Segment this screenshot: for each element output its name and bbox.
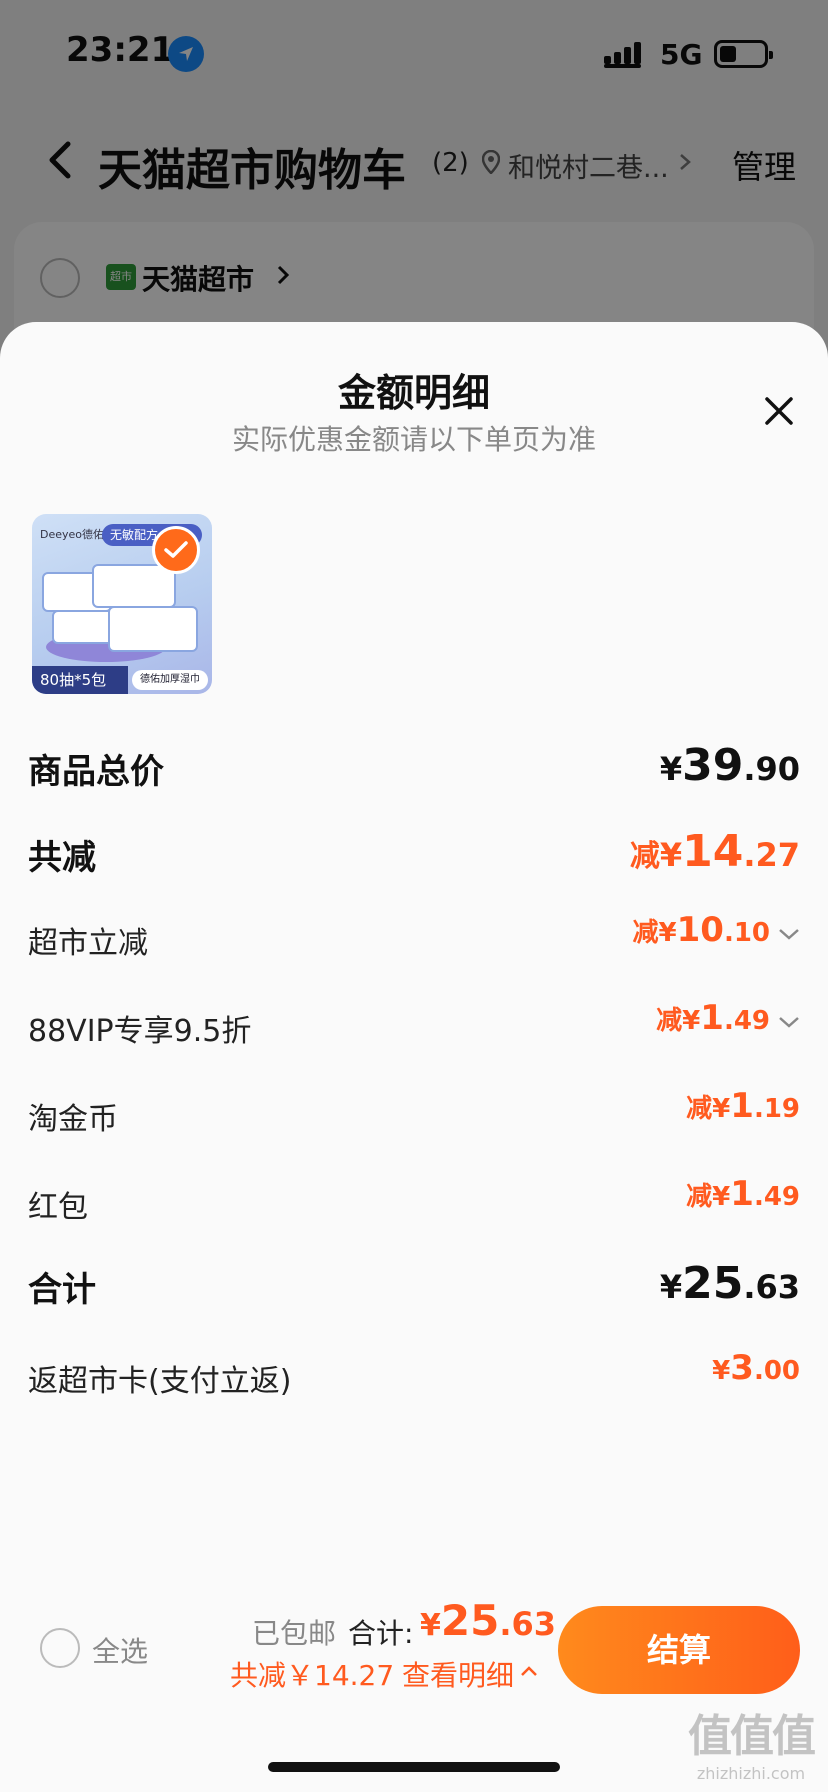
row-value: ¥39.90 <box>659 740 800 791</box>
amount-detail-sheet: 金额明细 实际优惠金额请以下单页为准 Deeyeo德佑 无敏配方 安心 80抽*… <box>0 322 828 1792</box>
row-label: 共减 <box>28 838 96 878</box>
row-taojinbi: 淘金币 减¥1.19 <box>28 1086 800 1137</box>
shipping-label: 已包邮 <box>252 1617 337 1650</box>
total-label: 合计: <box>348 1617 414 1650</box>
row-total-discount: 共减 减¥14.27 <box>28 826 800 878</box>
row-item-total: 商品总价 ¥39.90 <box>28 740 800 792</box>
row-label: 淘金币 <box>28 1102 118 1137</box>
row-value: ¥3.00 <box>712 1348 800 1388</box>
product-name: 德佑加厚湿巾 <box>132 670 208 690</box>
home-indicator[interactable] <box>268 1762 560 1772</box>
check-icon <box>152 526 200 574</box>
row-label: 合计 <box>28 1270 96 1310</box>
row-label: 红包 <box>28 1190 88 1225</box>
row-red-packet: 红包 减¥1.49 <box>28 1174 800 1225</box>
row-cashback-card: 返超市卡(支付立返) ¥3.00 <box>28 1348 800 1399</box>
row-value: ¥25.63 <box>659 1258 800 1309</box>
checkout-button[interactable]: 结算 <box>558 1606 800 1694</box>
row-supermarket-discount[interactable]: 超市立减 减¥10.10 <box>28 910 800 961</box>
row-label: 超市立减 <box>28 926 148 961</box>
watermark-url: zhizhizhi.com <box>696 1764 806 1783</box>
row-value: 减¥14.27 <box>629 826 800 877</box>
wipes-pack <box>108 606 198 652</box>
row-grand-total: 合计 ¥25.63 <box>28 1258 800 1310</box>
sheet-subtitle: 实际优惠金额请以下单页为准 <box>231 423 596 456</box>
close-icon[interactable] <box>762 394 796 428</box>
chevron-down-icon[interactable] <box>778 926 800 945</box>
row-88vip-discount[interactable]: 88VIP专享9.5折 减¥1.49 <box>28 998 800 1049</box>
watermark-logo: 值值值 <box>688 1711 816 1762</box>
chevron-up-icon[interactable] <box>520 1662 538 1681</box>
row-value: 减¥1.49 <box>686 1174 800 1214</box>
product-brand: Deeyeo德佑 <box>40 528 105 541</box>
select-all-radio[interactable] <box>40 1628 80 1668</box>
chevron-down-icon[interactable] <box>778 1014 800 1033</box>
select-all-label[interactable]: 全选 <box>92 1630 148 1670</box>
row-label: 商品总价 <box>28 752 164 792</box>
row-value: 减¥1.49 <box>656 998 770 1038</box>
row-label: 88VIP专享9.5折 <box>28 1014 252 1049</box>
row-value: 减¥10.10 <box>632 910 771 950</box>
site-watermark: 值值值 zhizhizhi.com <box>676 1700 826 1783</box>
row-value: 减¥1.19 <box>686 1086 800 1126</box>
checkout-bar: 全选 已包邮 合计: ¥25.63 共减￥14.27 查看明细 结算 <box>0 1580 828 1694</box>
view-detail-link[interactable]: 查看明细 <box>402 1654 514 1694</box>
total-amount: ¥25.63 <box>420 1596 557 1645</box>
product-spec: 80抽*5包 <box>32 666 128 694</box>
row-label: 返超市卡(支付立返) <box>28 1364 292 1399</box>
sheet-title: 金额明细 <box>337 371 490 415</box>
total-saved: 共减￥14.27 <box>230 1659 395 1692</box>
